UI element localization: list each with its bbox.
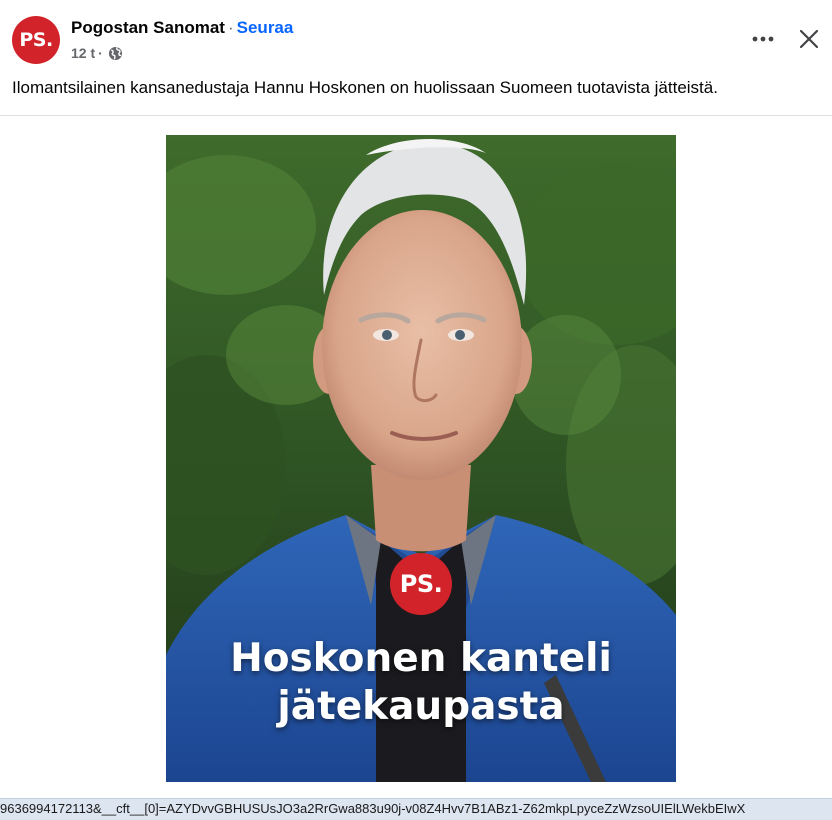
close-icon	[799, 29, 819, 49]
name-line: Pogostan Sanomat · Seuraa	[71, 17, 293, 39]
name-separator: ·	[227, 18, 234, 37]
avatar-logo-text: PS.	[19, 29, 53, 51]
content-divider	[0, 115, 832, 116]
image-headline: Hoskonen kanteli jätekaupasta	[166, 635, 676, 731]
more-options-button[interactable]	[748, 24, 778, 54]
ps-logo-text: PS.	[399, 570, 443, 598]
post-message: Ilomantsilainen kansanedustaja Hannu Hos…	[12, 78, 718, 97]
more-horizontal-icon	[752, 36, 774, 42]
close-button[interactable]	[794, 24, 824, 54]
post-meta: 12 t ·	[71, 44, 123, 62]
status-bar-url: 9636994172113&__cft__[0]=AZYDvvGBHUSUsJO…	[0, 798, 832, 820]
globe-icon[interactable]	[108, 46, 123, 61]
post-photo[interactable]: PS. Hoskonen kanteli jätekaupasta	[166, 135, 676, 782]
ps-logo-badge: PS.	[390, 553, 452, 615]
page-name-link[interactable]: Pogostan Sanomat	[71, 18, 225, 37]
post-timestamp[interactable]: 12 t	[71, 44, 95, 62]
meta-separator: ·	[98, 45, 103, 61]
headline-line-1: Hoskonen kanteli	[230, 636, 612, 681]
page-avatar[interactable]: PS.	[12, 16, 60, 64]
facebook-post: PS. Pogostan Sanomat · Seuraa 12 t · Ilo…	[0, 0, 832, 820]
headline-line-2: jätekaupasta	[277, 684, 565, 729]
follow-button[interactable]: Seuraa	[237, 18, 294, 37]
post-header: PS. Pogostan Sanomat · Seuraa 12 t ·	[0, 0, 832, 70]
